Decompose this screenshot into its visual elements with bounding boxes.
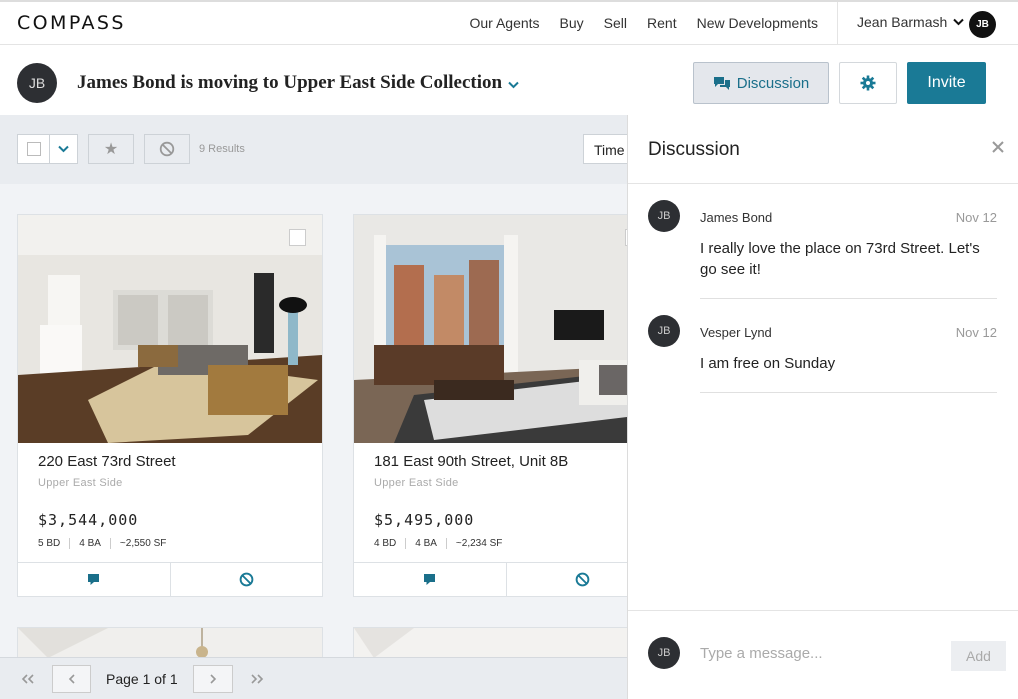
listing-actions [354, 562, 627, 596]
nav-link-new-developments[interactable]: New Developments [697, 15, 818, 31]
message-avatar: JB [648, 315, 680, 347]
select-all-checkbox[interactable] [18, 135, 50, 163]
listing-toolbar: ★ 9 Results Time [0, 115, 627, 184]
listing-price: $3,544,000 [38, 511, 139, 529]
chevron-down-icon [953, 18, 964, 26]
listing-specs: 5 BD 4 BA ~2,550 SF [38, 538, 175, 549]
chevron-down-icon [508, 81, 519, 89]
collection-header: JB James Bond is moving to Upper East Si… [0, 45, 1018, 115]
user-name: Jean Barmash [857, 14, 948, 30]
nav-link-sell[interactable]: Sell [604, 15, 627, 31]
nav-divider [837, 2, 838, 45]
nav-link-buy[interactable]: Buy [560, 15, 584, 31]
nav-link-rent[interactable]: Rent [647, 15, 677, 31]
message-divider [700, 392, 997, 393]
user-menu[interactable]: Jean Barmash [857, 14, 964, 30]
invite-button[interactable]: Invite [907, 62, 986, 104]
message-author: Vesper Lynd [700, 325, 772, 340]
message-author: James Bond [700, 210, 773, 225]
comment-icon [424, 574, 436, 585]
user-avatar[interactable]: JB [969, 11, 996, 38]
listing-sqft: ~2,550 SF [109, 538, 175, 549]
message-item: JB James Bond Nov 12 I really love the p… [648, 200, 998, 300]
listing-address[interactable]: 220 East 73rd Street [38, 453, 176, 470]
star-icon: ★ [103, 141, 119, 158]
results-count: 9 Results [199, 143, 245, 155]
collection-owner-avatar: JB [17, 63, 57, 103]
block-icon [239, 572, 254, 587]
chevron-right-icon [210, 674, 217, 684]
chevron-down-icon [58, 145, 69, 153]
select-all-group [17, 134, 78, 164]
listing-specs: 4 BD 4 BA ~2,234 SF [374, 538, 511, 549]
listing-card[interactable]: 220 East 73rd Street Upper East Side $3,… [17, 214, 323, 597]
listing-beds: 5 BD [38, 538, 61, 549]
message-item: JB Vesper Lynd Nov 12 I am free on Sunda… [648, 315, 998, 395]
close-icon [992, 141, 1004, 153]
discussion-panel: Discussion JB James Bond Nov 12 I really… [627, 115, 1018, 699]
comment-icon [88, 574, 100, 585]
top-navigation: COMPASS Our Agents Buy Sell Rent New Dev… [0, 0, 1018, 45]
pagination-bar: Page 1 of 1 [0, 657, 627, 699]
listing-address[interactable]: 181 East 90th Street, Unit 8B [374, 453, 568, 470]
discussion-button[interactable]: Discussion [693, 62, 829, 104]
listing-photo[interactable] [18, 215, 322, 443]
discussion-header: Discussion [628, 115, 1018, 184]
next-page-button[interactable] [193, 665, 233, 693]
chevron-left-icon [68, 674, 75, 684]
listing-baths: 4 BA [69, 538, 110, 549]
message-composer: JB Add [628, 610, 1018, 699]
collection-title[interactable]: James Bond is moving to Upper East Side … [77, 72, 519, 94]
listing-hide-button[interactable] [507, 563, 628, 596]
block-icon [575, 572, 590, 587]
message-text: I am free on Sunday [700, 355, 836, 372]
favorite-filter-button[interactable]: ★ [88, 134, 134, 164]
discussion-button-label: Discussion [736, 74, 810, 92]
double-chevron-right-icon [251, 674, 264, 684]
compass-logo[interactable]: COMPASS [17, 12, 126, 34]
listing-card[interactable]: 181 East 90th Street, Unit 8B Upper East… [353, 214, 627, 597]
listing-photo[interactable] [354, 215, 627, 443]
previous-page-button[interactable] [52, 665, 91, 693]
select-dropdown[interactable] [50, 135, 77, 163]
discussion-title: Discussion [648, 139, 740, 160]
sort-dropdown[interactable]: Time [583, 134, 627, 164]
listing-beds: 4 BD [374, 538, 397, 549]
listing-hide-button[interactable] [171, 563, 323, 596]
message-avatar: JB [648, 200, 680, 232]
listing-select-checkbox[interactable] [289, 229, 306, 246]
settings-button[interactable] [839, 62, 897, 104]
message-text: I really love the place on 73rd Street. … [700, 240, 980, 278]
listing-baths: 4 BA [405, 538, 446, 549]
nav-link-our-agents[interactable]: Our Agents [470, 15, 540, 31]
listing-actions [18, 562, 322, 596]
listing-neighborhood: Upper East Side [374, 477, 459, 489]
composer-avatar: JB [648, 637, 680, 669]
message-input[interactable] [700, 641, 930, 665]
close-discussion-button[interactable] [991, 137, 1005, 160]
chat-bubbles-icon [713, 76, 730, 90]
page-indicator: Page 1 of 1 [106, 671, 178, 687]
listing-comment-button[interactable] [18, 563, 171, 596]
collection-title-text: James Bond is moving to Upper East Side … [77, 72, 503, 93]
listing-neighborhood: Upper East Side [38, 477, 123, 489]
add-message-button[interactable]: Add [951, 641, 1006, 671]
message-date: Nov 12 [955, 210, 997, 225]
listing-comment-button[interactable] [354, 563, 507, 596]
listing-sqft: ~2,234 SF [445, 538, 511, 549]
listing-price: $5,495,000 [374, 511, 475, 529]
first-page-button[interactable] [14, 665, 42, 693]
block-icon [159, 141, 175, 157]
nav-links: Our Agents Buy Sell Rent New Development… [470, 15, 819, 31]
listing-area: ★ 9 Results Time 220 East 73rd Street Up… [0, 115, 627, 699]
message-date: Nov 12 [955, 325, 997, 340]
hidden-filter-button[interactable] [144, 134, 190, 164]
message-divider [700, 298, 997, 299]
double-chevron-left-icon [21, 674, 34, 684]
gear-icon [860, 75, 876, 91]
last-page-button[interactable] [243, 665, 271, 693]
